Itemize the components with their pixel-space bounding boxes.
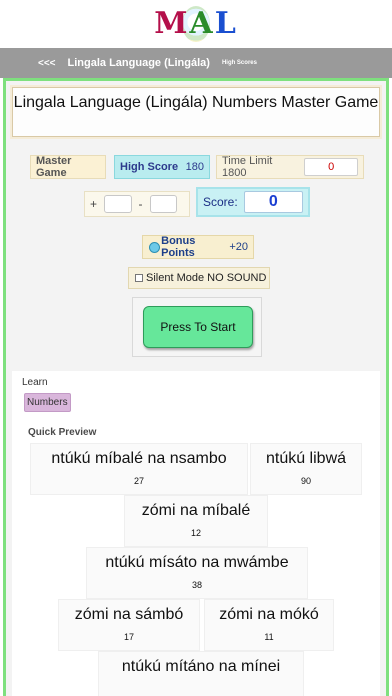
high-score-value: 180 bbox=[185, 161, 204, 173]
start-button[interactable]: Press To Start bbox=[143, 306, 253, 348]
preview-word: ntúkú mítáno na mínei bbox=[121, 658, 281, 675]
preview-number: 12 bbox=[190, 528, 201, 538]
bonus-points-label: Bonus Points bbox=[161, 235, 196, 259]
preview-number: 27 bbox=[133, 476, 144, 486]
preview-card[interactable]: ntúkú míbalé na nsambo 27 bbox=[30, 443, 248, 495]
preview-card[interactable]: zómi na mókó 11 bbox=[204, 599, 334, 651]
preview-word: ntúkú mísáto na mwámbe bbox=[105, 554, 289, 571]
high-scores-link[interactable]: High Scores bbox=[222, 60, 257, 66]
score-value: 0 bbox=[243, 191, 303, 213]
preview-word: zómi na sámbó bbox=[74, 606, 184, 623]
numbers-link[interactable]: Numbers bbox=[24, 393, 71, 412]
game-title: Lingala Language (Lingála) Numbers Maste… bbox=[12, 87, 380, 137]
start-button-container: Press To Start bbox=[132, 297, 262, 357]
score-label: Score: bbox=[203, 195, 238, 209]
preview-word: ntúkú libwá bbox=[265, 450, 347, 467]
time-remaining-value: 0 bbox=[304, 158, 358, 176]
bonus-icon bbox=[148, 241, 161, 253]
high-score-box: High Score 180 bbox=[114, 155, 210, 179]
preview-card[interactable]: ntúkú mísáto na mwámbe 38 bbox=[86, 547, 308, 599]
quick-preview-label: Quick Preview bbox=[28, 427, 97, 438]
preview-number: 38 bbox=[191, 580, 202, 590]
back-button[interactable]: <<< bbox=[38, 58, 56, 69]
app-header: MAL bbox=[0, 0, 392, 48]
preview-word: zómi na mókó bbox=[219, 606, 319, 623]
plus-sign: + bbox=[90, 197, 98, 211]
preview-word: zómi na míbalé bbox=[141, 502, 251, 519]
operand-slot-a[interactable] bbox=[104, 195, 132, 213]
preview-card[interactable]: ntúkú libwá 90 bbox=[250, 443, 362, 495]
operand-slot-b[interactable] bbox=[149, 195, 177, 213]
learn-label: Learn bbox=[22, 377, 48, 388]
learn-panel: Learn Numbers Quick Preview ntúkú míbalé… bbox=[12, 371, 380, 696]
silent-mode-label: Silent Mode NO SOUND bbox=[146, 272, 267, 284]
bonus-points-value: +20 bbox=[229, 241, 248, 253]
high-score-label: High Score bbox=[120, 161, 179, 173]
minus-sign: - bbox=[138, 197, 143, 211]
nav-title-link[interactable]: Lingala Language (Lingála) bbox=[68, 57, 210, 69]
preview-number: 90 bbox=[300, 476, 311, 486]
preview-card[interactable]: zómi na míbalé 12 bbox=[124, 495, 268, 547]
score-box: Score: 0 bbox=[196, 187, 310, 217]
nav-bar: <<< Lingala Language (Lingála) High Scor… bbox=[0, 48, 392, 78]
preview-word: ntúkú míbalé na nsambo bbox=[51, 450, 227, 467]
game-frame: Lingala Language (Lingála) Numbers Maste… bbox=[3, 78, 389, 696]
logo-text: MAL bbox=[154, 6, 238, 41]
preview-card[interactable]: zómi na sámbó 17 bbox=[58, 599, 200, 651]
time-limit-label: Time Limit 1800 bbox=[222, 155, 273, 179]
preview-number: 11 bbox=[264, 632, 274, 642]
silent-mode-toggle[interactable]: Silent Mode NO SOUND bbox=[128, 267, 270, 289]
equation-box: + - bbox=[84, 191, 190, 217]
preview-number: 17 bbox=[123, 632, 134, 642]
silent-mode-checkbox[interactable] bbox=[135, 274, 143, 282]
mal-logo: MAL bbox=[154, 4, 238, 44]
preview-card[interactable]: ntúkú mítáno na mínei bbox=[98, 651, 304, 696]
time-limit-box: Time Limit 1800 0 bbox=[216, 155, 364, 179]
bonus-points-box: Bonus Points +20 bbox=[142, 235, 254, 259]
master-game-label: Master Game bbox=[30, 155, 106, 179]
